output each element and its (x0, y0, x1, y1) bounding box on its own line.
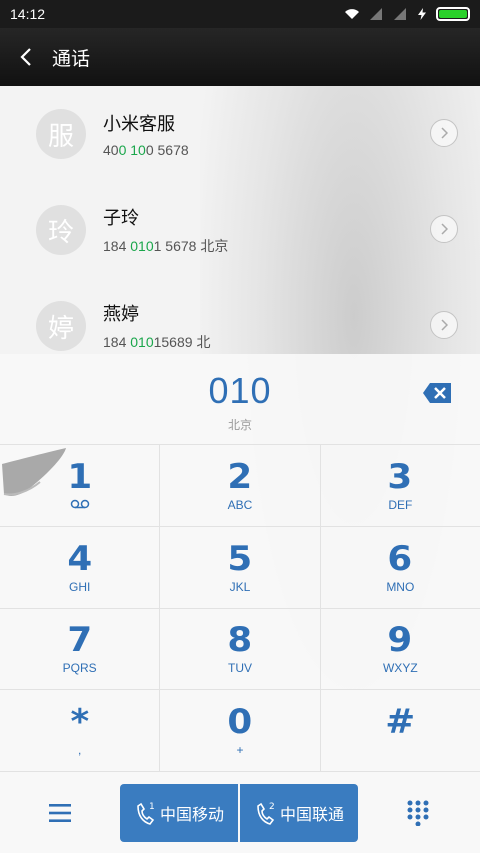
key-letters: ABC (227, 497, 253, 512)
key-9[interactable]: 9 WXYZ (319, 608, 480, 690)
status-bar: 14:12 (0, 0, 480, 28)
number-location: 北京 (227, 418, 252, 432)
key-star[interactable]: * , (0, 690, 159, 771)
keypad-row: * , 0 + # (0, 689, 480, 771)
number-display: 010 北京 (0, 354, 480, 444)
key-letters: GHI (68, 579, 91, 594)
chevron-right-icon (441, 127, 448, 139)
dialed-number: 010 (208, 370, 272, 411)
key-digit: 1 (67, 456, 93, 497)
match-highlight: 010 (130, 238, 154, 254)
key-letters: DEF (388, 497, 413, 512)
key-letters: MNO (386, 579, 415, 594)
call-sim2-button[interactable]: 2 中国联通 (240, 783, 358, 842)
charging-icon (418, 8, 426, 20)
contact-avatar: 玲 (36, 205, 86, 255)
contact-location: 北 (196, 334, 211, 350)
contact-avatar: 婷 (36, 301, 86, 351)
contact-number: 400 100 5678 (103, 142, 189, 158)
key-letters: JKL (229, 579, 251, 594)
key-digit: # (385, 702, 416, 743)
key-letters: + (236, 743, 244, 758)
app-header: 通话 (0, 28, 480, 86)
battery-icon (436, 7, 470, 21)
key-digit: 4 (67, 538, 93, 579)
keypad: 1 2 ABC 3 DEF 4 GHI 5 JKL 6 MNO 7 PQRS 8… (0, 444, 480, 771)
contact-detail-button[interactable] (430, 119, 458, 147)
keypad-row: 1 2 ABC 3 DEF (0, 444, 480, 526)
key-4[interactable]: 4 GHI (0, 527, 159, 608)
key-2[interactable]: 2 ABC (159, 445, 319, 526)
signal-sim1-icon (370, 8, 382, 20)
key-0[interactable]: 0 + (159, 690, 319, 771)
key-letters: WXYZ (382, 661, 418, 676)
shoe-image (2, 448, 66, 496)
contact-name: 小米客服 (103, 114, 175, 134)
contact-info: 燕婷 184 01015689 北 (103, 300, 210, 352)
voicemail-icon (70, 498, 90, 512)
keypad-row: 4 GHI 5 JKL 6 MNO (0, 525, 480, 608)
contact-number: 184 0101 5678 北京 (103, 238, 229, 254)
status-time: 14:12 (10, 6, 46, 22)
dialer-bottom-bar: 1 中国移动 2 中国联通 (0, 771, 480, 853)
key-digit: 5 (227, 538, 253, 579)
chevron-right-icon (441, 319, 448, 331)
call-buttons: 1 中国移动 2 中国联通 (120, 783, 358, 842)
key-digit: * (70, 702, 89, 743)
dialer-panel: 010 北京 1 2 ABC 3 DEF 4 GHI 5 JKL 6 MNO 7… (0, 354, 480, 853)
phone-icon: 1 (137, 802, 155, 825)
dialpad-icon[interactable] (358, 800, 478, 826)
contact-item[interactable]: 玲 子玲 184 0101 5678 北京 (0, 182, 480, 278)
key-5[interactable]: 5 JKL (159, 526, 319, 608)
svg-text:2: 2 (269, 802, 275, 812)
key-letters: PQRS (62, 661, 97, 676)
contact-detail-button[interactable] (430, 311, 458, 339)
contact-detail-button[interactable] (430, 215, 458, 243)
match-highlight: 010 (130, 334, 154, 350)
contact-location: 北京 (200, 238, 229, 254)
call-sim2-label: 中国联通 (279, 806, 344, 824)
chevron-right-icon (441, 223, 448, 235)
contact-suggestion-list: 服 小米客服 400 100 5678 玲 子玲 184 0101 5678 北… (0, 86, 480, 354)
key-8[interactable]: 8 TUV (159, 608, 319, 690)
contact-item[interactable]: 服 小米客服 400 100 5678 (0, 86, 480, 182)
key-digit: 9 (387, 620, 413, 661)
back-arrow-icon[interactable] (0, 28, 52, 86)
status-icons (344, 7, 470, 21)
page-title: 通话 (52, 48, 91, 70)
key-digit: 3 (387, 456, 413, 497)
contact-info: 小米客服 400 100 5678 (103, 110, 189, 158)
contact-number: 184 01015689 北 (103, 334, 211, 350)
backspace-icon[interactable] (422, 382, 452, 404)
wifi-icon (345, 9, 359, 19)
key-hash[interactable]: # (319, 690, 480, 771)
key-digit: 8 (227, 620, 253, 661)
contact-info: 子玲 184 0101 5678 北京 (103, 204, 228, 256)
key-digit: 7 (67, 620, 93, 661)
key-digit: 2 (227, 456, 253, 497)
key-3[interactable]: 3 DEF (319, 445, 480, 526)
contact-name: 燕婷 (103, 304, 139, 324)
match-highlight: 0 10 (118, 142, 146, 158)
menu-icon[interactable] (0, 803, 120, 822)
key-digit: 6 (387, 538, 413, 579)
key-7[interactable]: 7 PQRS (0, 609, 159, 690)
key-digit: 0 (227, 702, 253, 743)
key-6[interactable]: 6 MNO (319, 526, 480, 608)
keypad-row: 7 PQRS 8 TUV 9 WXYZ (0, 607, 480, 690)
key-letters: , (77, 743, 82, 758)
phone-icon: 2 (257, 802, 275, 825)
key-letters: TUV (227, 661, 252, 676)
call-sim1-label: 中国移动 (159, 806, 224, 824)
svg-text:1: 1 (149, 802, 155, 812)
contact-name: 子玲 (103, 208, 139, 228)
contact-avatar: 服 (36, 109, 86, 159)
signal-sim2-icon (394, 8, 406, 20)
call-sim1-button[interactable]: 1 中国移动 (120, 783, 238, 842)
